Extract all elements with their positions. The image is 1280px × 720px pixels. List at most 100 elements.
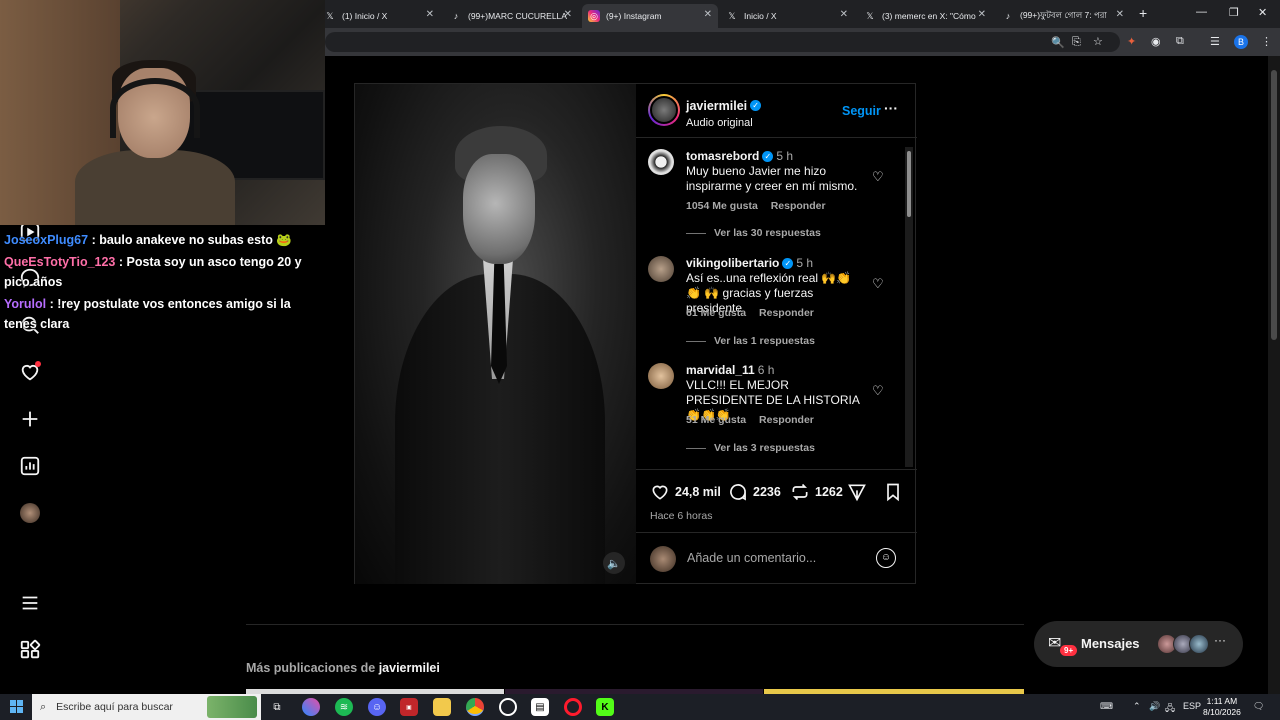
volume-icon[interactable]: 🔊 (1149, 701, 1160, 712)
profile-avatar[interactable] (18, 501, 42, 525)
spotify-icon[interactable]: ≋ (335, 698, 353, 716)
close-icon[interactable]: ✕ (978, 9, 986, 20)
close-icon[interactable]: ✕ (426, 9, 434, 20)
view-replies-label: Ver las 30 respuestas (714, 227, 821, 239)
task-view-icon[interactable]: ⧉ (268, 698, 286, 716)
chat-message: JoseoxPlug67 : baulo anakeve no subas es… (4, 230, 319, 250)
dashboard-icon[interactable] (18, 454, 42, 478)
author-username[interactable]: javiermilei (686, 99, 747, 113)
mute-toggle-button[interactable]: 🔈 (603, 552, 625, 574)
extensions-puzzle-icon[interactable]: ⧉ (1176, 35, 1184, 48)
language-indicator[interactable]: ESP (1183, 701, 1201, 711)
comment-username[interactable]: marvidal_11 (686, 363, 755, 377)
author-info: javiermilei ✓ Audio original (686, 97, 762, 129)
install-app-icon[interactable]: ⎘ (1072, 36, 1081, 49)
bookmark-star-icon[interactable]: ☆ (1093, 35, 1103, 48)
restore-icon[interactable]: ❐ (1229, 6, 1239, 19)
close-icon[interactable]: ✕ (1116, 9, 1124, 20)
more-apps-icon[interactable] (18, 638, 42, 662)
comment-button[interactable]: 2236 (728, 482, 781, 502)
post-dialog: 🔈 javiermilei ✓ Audio original Seguir ···… (354, 83, 917, 584)
save-button[interactable] (883, 482, 908, 502)
comments-scrollbar-thumb[interactable] (907, 151, 911, 217)
create-plus-icon[interactable] (18, 407, 42, 431)
close-icon[interactable]: ✕ (840, 9, 848, 20)
comments-list: tomasrebord ✓ 5 h Muy bueno Javier me hizo… (636, 139, 917, 469)
discord-icon[interactable]: ☺ (368, 698, 386, 716)
copilot-icon[interactable] (302, 698, 320, 716)
kick-icon[interactable]: K (596, 698, 614, 716)
emoji-icon[interactable]: ☺ (876, 548, 896, 568)
search-highlight-image (207, 696, 257, 718)
app-icon[interactable]: ▤ (531, 698, 549, 716)
reading-list-icon[interactable]: ☰ (1210, 35, 1220, 48)
windows-start-icon[interactable] (10, 700, 24, 714)
tab-inicio-x-2[interactable]: 𝕏 Inicio / X ✕ (720, 4, 854, 28)
menu-hamburger-icon[interactable] (18, 591, 42, 615)
share-button[interactable] (847, 482, 872, 502)
tab-marc-cucurella[interactable]: ♪ (99+)MARC CUCURELLA ✕ (444, 4, 578, 28)
minimize-icon[interactable]: — (1196, 6, 1207, 18)
zoom-icon[interactable]: 🔍 (1051, 36, 1065, 49)
comment-like-icon[interactable]: ♡ (872, 383, 884, 399)
notifications-heart-icon[interactable] (18, 360, 42, 384)
avatar[interactable] (648, 256, 674, 282)
reply-button[interactable]: Responder (759, 307, 814, 319)
tray-expand-icon[interactable]: ⌃ (1133, 701, 1141, 712)
comment-like-icon[interactable]: ♡ (872, 169, 884, 185)
audio-label[interactable]: Audio original (686, 117, 761, 129)
network-icon[interactable]: 🖧 (1165, 701, 1175, 717)
taskbar-search[interactable]: ⌕ Escribe aquí para buscar (32, 694, 261, 720)
page-scrollbar-thumb[interactable] (1271, 70, 1277, 340)
tab-memerc[interactable]: 𝕏 (3) memerc en X: "Cómo ✕ (858, 4, 992, 28)
view-replies-button[interactable]: Ver las 3 respuestas (686, 442, 815, 454)
comment-username[interactable]: tomasrebord (686, 149, 759, 163)
close-window-icon[interactable]: ✕ (1258, 6, 1267, 19)
comment-username[interactable]: vikingolibertario (686, 256, 779, 270)
reply-button[interactable]: Responder (759, 414, 814, 426)
app-icon[interactable]: ▣ (400, 698, 418, 716)
follow-button[interactable]: Seguir (842, 104, 881, 118)
profile-avatar[interactable]: B (1234, 35, 1248, 49)
comment-like-icon[interactable]: ♡ (872, 276, 884, 292)
verified-icon: ✓ (782, 258, 794, 270)
messages-button[interactable]: ✉ 9+ Mensajes ··· (1034, 621, 1243, 667)
address-bar[interactable]: 🔍 ⎘ ☆ (325, 32, 1120, 52)
comment-likes[interactable]: 61 Me gusta (686, 307, 746, 319)
comment-likes[interactable]: 1054 Me gusta (686, 200, 758, 212)
extension-icon[interactable]: ◉ (1151, 35, 1161, 48)
keyboard-icon[interactable]: ⌨ (1100, 701, 1113, 712)
more-posts-user[interactable]: javiermilei (379, 661, 440, 675)
post-media-video[interactable]: 🔈 (355, 84, 636, 584)
obs-icon[interactable] (499, 698, 517, 716)
view-replies-button[interactable]: Ver las 30 respuestas (686, 227, 821, 239)
avatar (1189, 634, 1209, 654)
avatar[interactable] (648, 149, 674, 175)
reply-button[interactable]: Responder (771, 200, 826, 212)
chrome-icon[interactable] (466, 698, 484, 716)
comment-likes[interactable]: 51 Me gusta (686, 414, 746, 426)
file-explorer-icon[interactable] (433, 698, 451, 716)
taskbar-clock[interactable]: 1:11 AM 8/10/2026 (1203, 696, 1241, 718)
view-replies-button[interactable]: Ver las 1 respuestas (686, 335, 815, 347)
avatar[interactable] (648, 363, 674, 389)
notifications-icon[interactable]: 🗨 (1253, 701, 1264, 712)
comment-input[interactable]: Añade un comentario... (687, 551, 816, 565)
close-icon[interactable]: ✕ (564, 9, 572, 20)
extension-icon[interactable]: ✦ (1127, 35, 1136, 48)
tab-instagram[interactable]: ◎ (9+) Instagram ✕ (582, 4, 718, 28)
new-tab-button[interactable]: + (1139, 5, 1147, 21)
chrome-menu-icon[interactable]: ⋮ (1261, 35, 1272, 48)
headset (110, 78, 200, 138)
more-options-icon[interactable]: ··· (884, 100, 898, 116)
close-icon[interactable]: ✕ (704, 9, 712, 20)
repost-button[interactable]: 1262 (790, 482, 843, 502)
tab-inicio-x[interactable]: 𝕏 (1) Inicio / X ✕ (318, 4, 440, 28)
like-button[interactable]: 24,8 mil (650, 482, 721, 502)
section-divider (246, 624, 1024, 625)
tiktok-icon: ♪ (453, 11, 459, 21)
chat-username: JoseoxPlug67 (4, 233, 89, 247)
tab-futbol-gol[interactable]: ♪ (99+)ফুটবল গোল 7: পরা ✕ (996, 4, 1130, 28)
opera-gx-icon[interactable] (564, 698, 582, 716)
author-avatar[interactable] (648, 94, 680, 126)
